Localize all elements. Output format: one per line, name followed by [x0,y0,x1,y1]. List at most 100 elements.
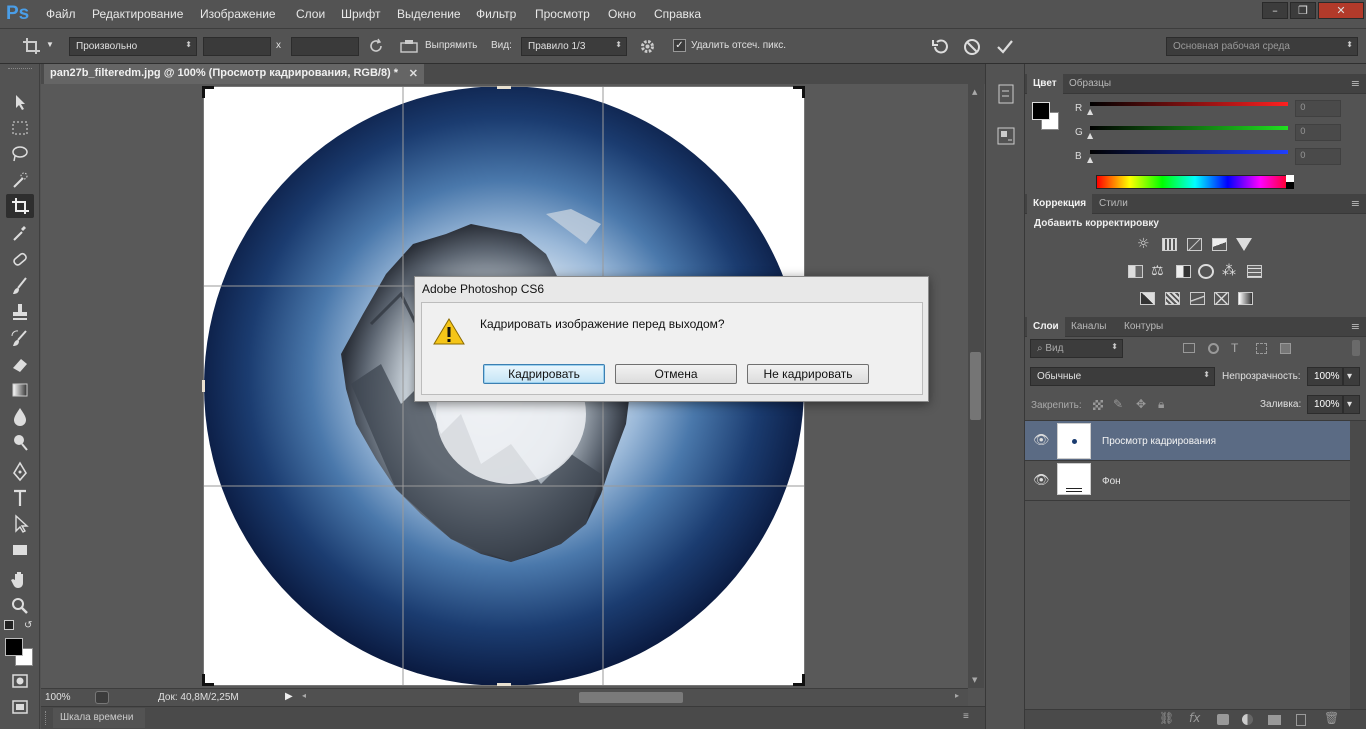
color-lookup-icon[interactable] [1247,265,1262,278]
blend-mode-select[interactable]: Обычные ⬍ [1030,367,1215,386]
channel-mixer-icon[interactable]: ⁂ [1222,263,1236,279]
spectrum-black-swatch[interactable] [1286,182,1294,189]
menu-view[interactable]: Просмотр [535,7,590,21]
dont-crop-button[interactable]: Не кадрировать [747,364,869,384]
layer-row-background[interactable]: 👁︎ Фон [1025,461,1350,501]
adjust-panel-menu-icon[interactable]: ≡ [1351,197,1360,210]
lock-pixels-icon[interactable]: ✎ [1113,397,1123,411]
exposure-icon[interactable] [1212,238,1227,251]
properties-panel-icon[interactable] [996,126,1016,146]
filter-type-icon[interactable]: T [1231,341,1238,355]
menu-help[interactable]: Справка [654,7,701,21]
filter-smart-icon[interactable] [1280,343,1291,354]
tab-swatches[interactable]: Образцы [1063,74,1117,94]
channel-b-thumb[interactable]: ▲ [1087,155,1093,164]
layer-filter-select[interactable]: ⌕ Вид ⬍ [1030,339,1123,358]
scroll-left-icon[interactable]: ◂ [302,691,306,700]
channel-g-track[interactable] [1090,126,1288,130]
channel-r-value[interactable]: 0 [1295,100,1341,117]
color-fg-swatch[interactable] [1032,102,1050,120]
menu-edit[interactable]: Редактирование [92,7,183,21]
delete-cropped-checkbox[interactable]: ✓ [673,39,686,52]
delete-layer-icon[interactable]: 🗑︎ [1324,711,1339,725]
channel-g-thumb[interactable]: ▲ [1087,131,1093,140]
gradient-map-icon[interactable] [1238,292,1253,305]
pen-tool-icon[interactable] [6,460,34,484]
filter-adjustment-icon[interactable] [1208,343,1219,354]
rectangle-tool-icon[interactable] [6,538,34,562]
tab-color[interactable]: Цвет [1027,74,1063,94]
status-menu-arrow-icon[interactable]: ▶ [285,691,293,702]
curves-icon[interactable] [1187,238,1202,251]
new-adjustment-icon[interactable] [1242,714,1253,725]
status-info-icon[interactable] [95,691,109,704]
gradient-tool-icon[interactable] [6,378,34,402]
hue-saturation-icon[interactable] [1128,265,1143,278]
color-balance-icon[interactable]: ⚖ [1151,263,1164,279]
color-spectrum-bar[interactable] [1096,175,1294,189]
blur-tool-icon[interactable] [6,404,34,428]
path-select-tool-icon[interactable] [6,512,34,536]
close-button[interactable]: ✕ [1318,2,1364,19]
layers-panel-menu-icon[interactable]: ≡ [1351,320,1360,333]
opacity-dropdown-icon[interactable]: ▾ [1343,367,1360,386]
swap-icon[interactable] [368,38,384,54]
posterize-icon[interactable] [1165,292,1180,305]
straighten-label[interactable]: Выпрямить [425,40,477,51]
lock-all-icon[interactable]: 🔒︎ [1158,397,1164,412]
history-panel-icon[interactable] [998,84,1014,104]
link-layers-icon[interactable]: ⛓︎ [1159,711,1174,725]
opacity-field[interactable]: 100% [1307,367,1343,386]
hand-tool-icon[interactable] [6,568,34,592]
zoom-tool-icon[interactable] [6,594,34,618]
lock-transparency-icon[interactable] [1093,400,1103,410]
dodge-tool-icon[interactable] [6,430,34,454]
menu-file[interactable]: Файл [46,7,76,21]
layer-name[interactable]: Просмотр кадрирования [1102,436,1216,447]
menu-type[interactable]: Шрифт [341,7,380,21]
tab-paths[interactable]: Контуры [1118,317,1169,337]
timeline-grip[interactable] [45,711,48,725]
channel-b-value[interactable]: 0 [1295,148,1341,165]
levels-icon[interactable] [1162,238,1177,251]
lasso-tool-icon[interactable] [6,142,34,166]
invert-icon[interactable] [1140,292,1155,305]
filter-shape-icon[interactable] [1256,343,1267,354]
height-field[interactable] [291,37,359,56]
menu-filter[interactable]: Фильтр [476,7,516,21]
crop-button[interactable]: Кадрировать [483,364,605,384]
crop-tool-icon[interactable] [6,194,34,218]
swap-colors-icon[interactable]: ↺ [24,620,32,631]
selective-color-icon[interactable] [1214,292,1229,305]
visibility-eye-icon[interactable]: 👁︎ [1033,433,1050,448]
filter-toggle[interactable] [1352,340,1360,356]
channel-r-thumb[interactable]: ▲ [1087,107,1093,116]
brush-tool-icon[interactable] [6,274,34,298]
tab-styles[interactable]: Стили [1093,194,1134,214]
restore-button[interactable]: ❐ [1290,2,1316,19]
healing-brush-tool-icon[interactable] [6,248,34,272]
scroll-down-icon[interactable]: ▼ [972,676,977,684]
add-mask-icon[interactable] [1217,714,1229,725]
vertical-scrollbar[interactable]: ▲ ▼ [968,84,984,688]
width-field[interactable] [203,37,271,56]
eyedropper-tool-icon[interactable] [6,221,34,245]
tab-channels[interactable]: Каналы [1065,317,1113,337]
filter-pixel-icon[interactable] [1183,343,1195,353]
timeline-tab[interactable]: Шкала времени [53,708,145,728]
close-tab-icon[interactable]: ✕ [409,67,418,80]
scroll-right-icon[interactable]: ▸ [955,691,959,700]
menu-select[interactable]: Выделение [397,7,461,21]
vertical-scroll-thumb[interactable] [970,352,981,420]
scroll-up-icon[interactable]: ▲ [972,88,977,96]
layers-scrollbar[interactable] [1350,421,1366,709]
overlay-select[interactable]: Правило 1/3 ⬍ [521,37,627,56]
vibrance-icon[interactable] [1236,238,1252,251]
layer-row-crop-preview[interactable]: 👁︎ Просмотр кадрирования [1025,421,1350,461]
new-layer-icon[interactable] [1296,714,1306,726]
photo-filter-icon[interactable] [1198,264,1214,279]
marquee-tool-icon[interactable] [6,116,34,140]
type-tool-icon[interactable] [6,486,34,510]
eraser-tool-icon[interactable] [6,352,34,376]
crop-tool-icon[interactable] [22,37,42,55]
